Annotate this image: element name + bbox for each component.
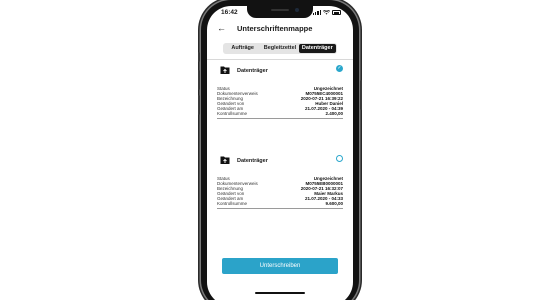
selected-check-icon[interactable]: ✓ bbox=[336, 65, 343, 72]
sign-button[interactable]: Unterschreiben bbox=[222, 258, 338, 274]
document-card[interactable]: Datenträger ✓ Status Ungezeichnet Dokumen… bbox=[217, 65, 343, 119]
detail-row: Kontrollsumme 2.400,00 bbox=[217, 111, 343, 116]
volume-down-button bbox=[198, 95, 200, 115]
detail-key: Kontrollsumme bbox=[217, 201, 248, 206]
detail-value: 2.400,00 bbox=[325, 111, 343, 116]
detail-rows: Status Ungezeichnet Dokumentenverweis M075… bbox=[217, 176, 343, 206]
card-divider bbox=[217, 208, 343, 209]
phone-screen: 16:42 ← Unterschriftenmappe Aufträge Beg… bbox=[207, 6, 353, 300]
card-header: Datenträger ✓ bbox=[217, 65, 343, 79]
tab-auftraege[interactable]: Aufträge bbox=[224, 44, 261, 53]
mute-switch bbox=[198, 52, 200, 62]
home-indicator bbox=[255, 292, 305, 294]
front-camera bbox=[295, 8, 299, 12]
app-header: ← Unterschriftenmappe bbox=[207, 21, 353, 37]
status-icons bbox=[312, 10, 341, 15]
folder-upload-icon bbox=[220, 156, 230, 164]
phone-frame: 16:42 ← Unterschriftenmappe Aufträge Beg… bbox=[198, 0, 362, 300]
speaker-grille bbox=[271, 9, 289, 11]
notch bbox=[247, 6, 313, 18]
document-card[interactable]: Datenträger Status Ungezeichnet Dokumente… bbox=[217, 155, 343, 209]
card-title: Datenträger bbox=[237, 158, 268, 164]
folder-upload-icon bbox=[220, 66, 230, 74]
detail-value: 9.600,00 bbox=[325, 201, 343, 206]
detail-key: Kontrollsumme bbox=[217, 111, 248, 116]
signal-icon bbox=[312, 10, 321, 15]
tab-begleitzettel[interactable]: Begleitzettel bbox=[261, 44, 298, 53]
tabs-divider bbox=[207, 59, 353, 60]
card-header: Datenträger bbox=[217, 155, 343, 169]
wifi-icon bbox=[323, 10, 330, 15]
tab-bar: Aufträge Begleitzettel Datenträger bbox=[223, 43, 337, 54]
status-time: 16:42 bbox=[221, 9, 238, 16]
card-divider bbox=[217, 118, 343, 119]
volume-up-button bbox=[198, 70, 200, 90]
power-button bbox=[360, 80, 362, 110]
tab-datentraeger[interactable]: Datenträger bbox=[298, 44, 336, 53]
detail-row: Kontrollsumme 9.600,00 bbox=[217, 201, 343, 206]
card-title: Datenträger bbox=[237, 68, 268, 74]
back-arrow-icon[interactable]: ← bbox=[217, 23, 226, 33]
detail-rows: Status Ungezeichnet Dokumentenverweis M075… bbox=[217, 86, 343, 116]
page-title: Unterschriftenmappe bbox=[237, 24, 313, 33]
battery-icon bbox=[332, 10, 341, 15]
unselected-circle-icon[interactable] bbox=[336, 155, 343, 162]
